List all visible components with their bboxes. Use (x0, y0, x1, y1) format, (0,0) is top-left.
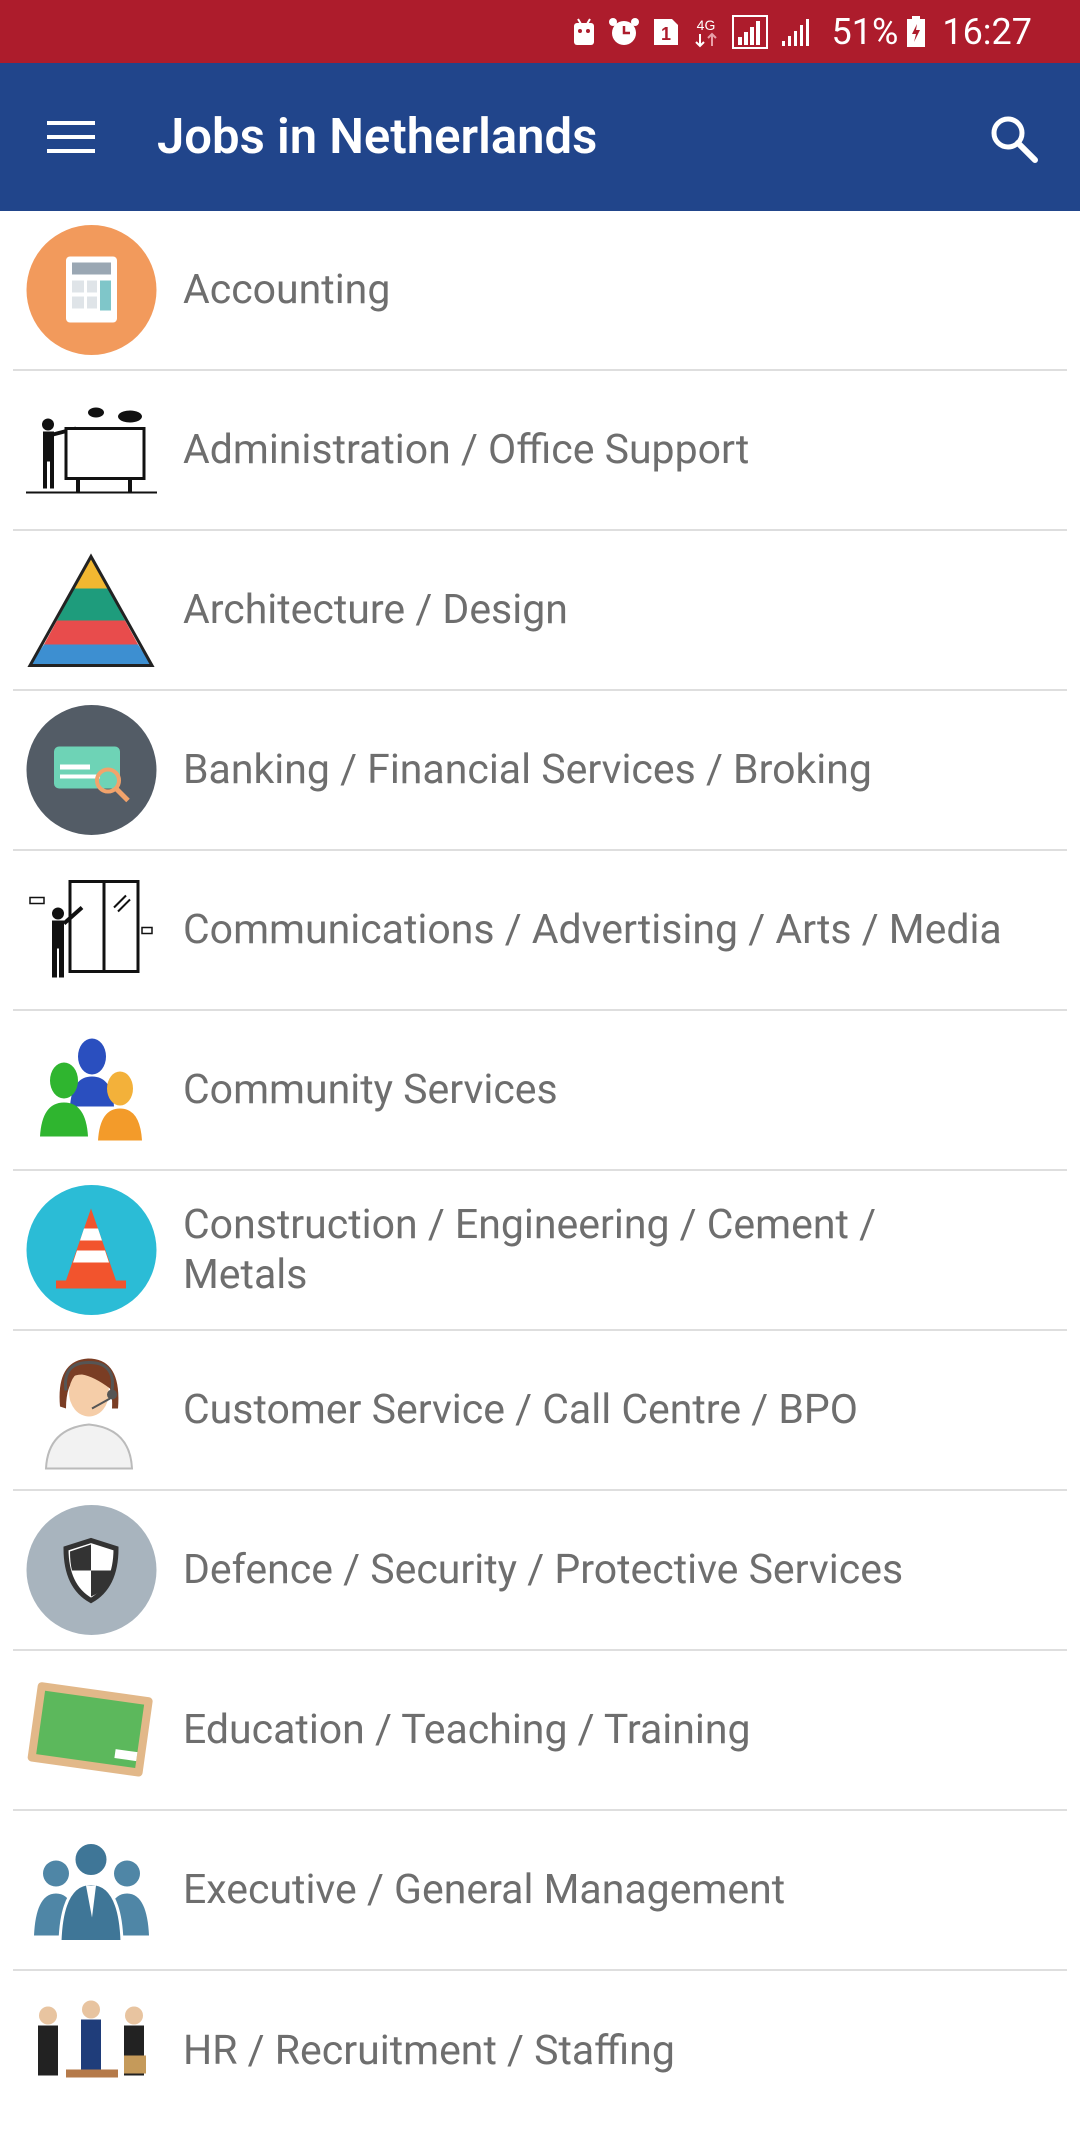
list-item-customer-service[interactable]: Customer Service / Call Centre / BPO (13, 1331, 1067, 1491)
category-list: Accounting Administration / Office Suppo… (0, 211, 1080, 2131)
list-item-banking[interactable]: Banking / Financial Services / Broking (13, 691, 1067, 851)
list-item-label: Customer Service / Call Centre / BPO (183, 1386, 858, 1434)
list-item-accounting[interactable]: Accounting (13, 211, 1067, 371)
cheque-icon (26, 705, 157, 836)
business-team-icon (26, 1825, 157, 1956)
shield-icon (26, 1505, 157, 1636)
list-item-label: Construction / Engineering / Cement / Me… (183, 1201, 877, 1299)
list-item-label: HR / Recruitment / Staffing (183, 2027, 675, 2075)
alarm-icon (608, 16, 640, 48)
artist-window-icon (26, 865, 157, 996)
list-item-defence[interactable]: Defence / Security / Protective Services (13, 1491, 1067, 1651)
list-item-label: Accounting (183, 266, 391, 314)
people-group-icon (26, 1025, 157, 1156)
staff-people-icon (26, 1986, 157, 2117)
sim1-icon: 1 (652, 17, 680, 47)
battery-icon (906, 15, 926, 48)
list-item-label: Communications / Advertising / Arts / Me… (183, 906, 1002, 954)
app-bar: Jobs in Netherlands (0, 63, 1080, 211)
list-item-administration[interactable]: Administration / Office Support (13, 371, 1067, 531)
list-item-hr[interactable]: HR / Recruitment / Staffing (13, 1971, 1067, 2131)
list-item-construction[interactable]: Construction / Engineering / Cement / Me… (13, 1171, 1067, 1331)
traffic-cone-icon (26, 1185, 157, 1316)
clock: 16:27 (942, 10, 1032, 53)
signal-icon (731, 14, 768, 49)
android-robot-icon (572, 17, 596, 47)
list-item-label: Community Services (183, 1066, 558, 1114)
status-icons: 1 4G (572, 14, 812, 49)
search-icon[interactable] (988, 113, 1040, 165)
list-item-architecture[interactable]: Architecture / Design (13, 531, 1067, 691)
list-item-executive[interactable]: Executive / General Management (13, 1811, 1067, 1971)
list-item-label: Education / Teaching / Training (183, 1706, 751, 1754)
list-item-label: Banking / Financial Services / Broking (183, 746, 872, 794)
list-item-education[interactable]: Education / Teaching / Training (13, 1651, 1067, 1811)
svg-text:4G: 4G (696, 17, 715, 33)
list-item-label: Administration / Office Support (183, 426, 750, 474)
signal-icon-2 (780, 17, 812, 47)
list-item-label: Defence / Security / Protective Services (183, 1546, 904, 1594)
battery-percent: 51% (831, 10, 899, 53)
call-center-agent-icon (26, 1345, 157, 1476)
pyramid-icon (26, 545, 157, 676)
network-4g-icon: 4G (692, 16, 720, 48)
hamburger-menu-icon[interactable] (45, 115, 97, 159)
svg-text:1: 1 (660, 24, 670, 44)
list-item-communications[interactable]: Communications / Advertising / Arts / Me… (13, 851, 1067, 1011)
presenter-board-icon (26, 385, 157, 516)
chalkboard-icon (26, 1665, 157, 1796)
list-item-label: Architecture / Design (183, 586, 568, 634)
list-item-community-services[interactable]: Community Services (13, 1011, 1067, 1171)
calculator-icon (26, 225, 157, 356)
list-item-label: Executive / General Management (183, 1866, 786, 1914)
page-title: Jobs in Netherlands (157, 108, 598, 165)
status-bar: 1 4G 51% 16:27 (0, 0, 1080, 63)
